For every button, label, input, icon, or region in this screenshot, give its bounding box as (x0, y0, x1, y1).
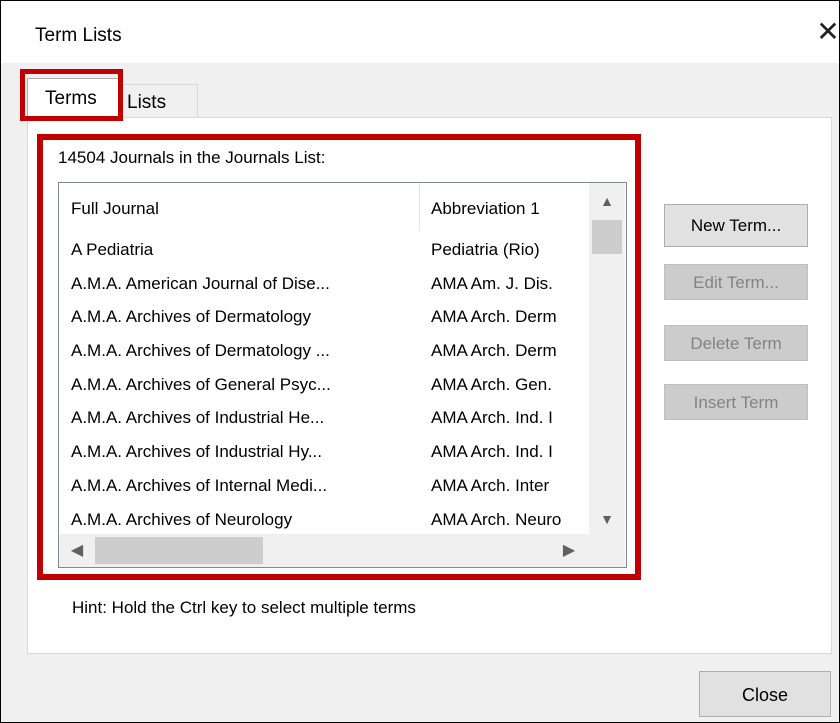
terms-tab-highlight-box (20, 69, 123, 121)
title-bar: Term Lists ✕ (1, 1, 840, 63)
delete-term-button[interactable]: Delete Term (664, 325, 808, 361)
insert-term-button[interactable]: Insert Term (664, 384, 808, 420)
close-button[interactable]: Close (699, 671, 831, 717)
tab-lists[interactable]: Lists (118, 84, 198, 118)
tab-lists-label: Lists (127, 92, 167, 113)
selection-hint: Hint: Hold the Ctrl key to select multip… (72, 598, 416, 617)
terms-list-highlight-box (37, 134, 641, 580)
edit-term-button[interactable]: Edit Term... (664, 264, 808, 300)
dialog-title: Term Lists (35, 25, 122, 46)
new-term-button[interactable]: New Term... (664, 204, 808, 247)
close-icon[interactable]: ✕ (813, 17, 840, 47)
